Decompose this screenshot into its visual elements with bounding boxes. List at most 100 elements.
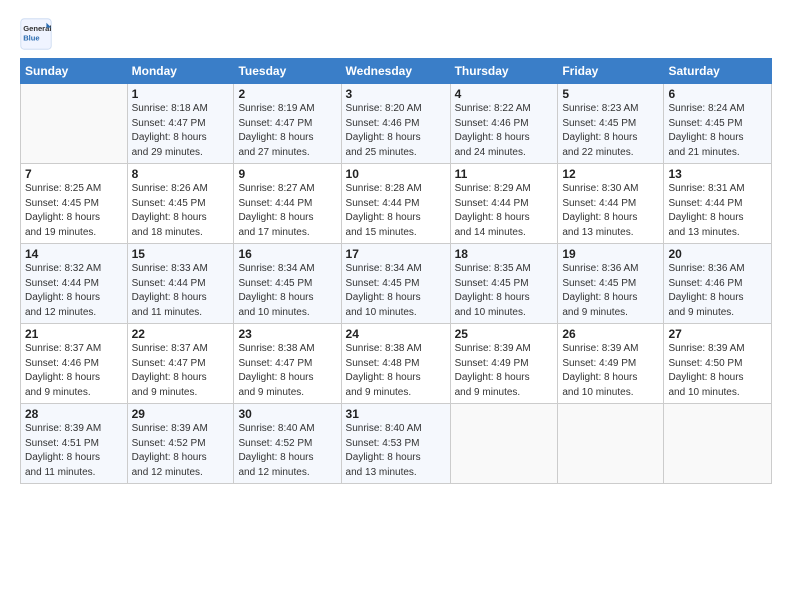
calendar-cell [558,404,664,484]
calendar-cell: 8Sunrise: 8:26 AMSunset: 4:45 PMDaylight… [127,164,234,244]
day-detail: Sunrise: 8:39 AMSunset: 4:49 PMDaylight:… [562,342,659,400]
calendar-cell: 7Sunrise: 8:25 AMSunset: 4:45 PMDaylight… [21,164,128,244]
day-header-friday: Friday [558,59,664,84]
day-number: 22 [132,327,230,341]
calendar-cell: 24Sunrise: 8:38 AMSunset: 4:48 PMDayligh… [341,324,450,404]
day-number: 18 [455,247,554,261]
calendar-cell: 5Sunrise: 8:23 AMSunset: 4:45 PMDaylight… [558,84,664,164]
day-header-monday: Monday [127,59,234,84]
week-row-1: 1Sunrise: 8:18 AMSunset: 4:47 PMDaylight… [21,84,772,164]
day-detail: Sunrise: 8:18 AMSunset: 4:47 PMDaylight:… [132,102,230,160]
day-number: 5 [562,87,659,101]
calendar-cell: 15Sunrise: 8:33 AMSunset: 4:44 PMDayligh… [127,244,234,324]
calendar-table: SundayMondayTuesdayWednesdayThursdayFrid… [20,58,772,484]
day-number: 13 [668,167,767,181]
calendar-cell: 9Sunrise: 8:27 AMSunset: 4:44 PMDaylight… [234,164,341,244]
day-number: 19 [562,247,659,261]
day-detail: Sunrise: 8:29 AMSunset: 4:44 PMDaylight:… [455,182,554,240]
day-number: 28 [25,407,123,421]
calendar-cell: 2Sunrise: 8:19 AMSunset: 4:47 PMDaylight… [234,84,341,164]
calendar-cell: 25Sunrise: 8:39 AMSunset: 4:49 PMDayligh… [450,324,558,404]
day-detail: Sunrise: 8:25 AMSunset: 4:45 PMDaylight:… [25,182,123,240]
day-number: 24 [346,327,446,341]
calendar-cell: 28Sunrise: 8:39 AMSunset: 4:51 PMDayligh… [21,404,128,484]
day-detail: Sunrise: 8:39 AMSunset: 4:52 PMDaylight:… [132,422,230,480]
calendar-cell: 1Sunrise: 8:18 AMSunset: 4:47 PMDaylight… [127,84,234,164]
calendar-cell: 29Sunrise: 8:39 AMSunset: 4:52 PMDayligh… [127,404,234,484]
day-header-thursday: Thursday [450,59,558,84]
day-number: 14 [25,247,123,261]
calendar-cell: 30Sunrise: 8:40 AMSunset: 4:52 PMDayligh… [234,404,341,484]
day-detail: Sunrise: 8:38 AMSunset: 4:47 PMDaylight:… [238,342,336,400]
calendar-cell [664,404,772,484]
day-detail: Sunrise: 8:19 AMSunset: 4:47 PMDaylight:… [238,102,336,160]
calendar-cell: 6Sunrise: 8:24 AMSunset: 4:45 PMDaylight… [664,84,772,164]
day-detail: Sunrise: 8:22 AMSunset: 4:46 PMDaylight:… [455,102,554,160]
calendar-cell: 19Sunrise: 8:36 AMSunset: 4:45 PMDayligh… [558,244,664,324]
day-header-sunday: Sunday [21,59,128,84]
day-detail: Sunrise: 8:39 AMSunset: 4:49 PMDaylight:… [455,342,554,400]
svg-text:Blue: Blue [23,33,39,42]
day-number: 11 [455,167,554,181]
day-detail: Sunrise: 8:39 AMSunset: 4:51 PMDaylight:… [25,422,123,480]
day-detail: Sunrise: 8:23 AMSunset: 4:45 PMDaylight:… [562,102,659,160]
week-row-3: 14Sunrise: 8:32 AMSunset: 4:44 PMDayligh… [21,244,772,324]
calendar-cell: 4Sunrise: 8:22 AMSunset: 4:46 PMDaylight… [450,84,558,164]
calendar-cell: 10Sunrise: 8:28 AMSunset: 4:44 PMDayligh… [341,164,450,244]
day-detail: Sunrise: 8:27 AMSunset: 4:44 PMDaylight:… [238,182,336,240]
calendar-cell: 16Sunrise: 8:34 AMSunset: 4:45 PMDayligh… [234,244,341,324]
calendar-cell [21,84,128,164]
day-number: 29 [132,407,230,421]
day-detail: Sunrise: 8:34 AMSunset: 4:45 PMDaylight:… [238,262,336,320]
day-number: 30 [238,407,336,421]
calendar-cell: 14Sunrise: 8:32 AMSunset: 4:44 PMDayligh… [21,244,128,324]
days-header-row: SundayMondayTuesdayWednesdayThursdayFrid… [21,59,772,84]
day-number: 6 [668,87,767,101]
day-detail: Sunrise: 8:39 AMSunset: 4:50 PMDaylight:… [668,342,767,400]
day-number: 8 [132,167,230,181]
week-row-2: 7Sunrise: 8:25 AMSunset: 4:45 PMDaylight… [21,164,772,244]
calendar-cell: 27Sunrise: 8:39 AMSunset: 4:50 PMDayligh… [664,324,772,404]
page-header: General Blue [20,18,772,50]
day-number: 23 [238,327,336,341]
calendar-cell [450,404,558,484]
day-number: 12 [562,167,659,181]
calendar-cell: 12Sunrise: 8:30 AMSunset: 4:44 PMDayligh… [558,164,664,244]
day-detail: Sunrise: 8:40 AMSunset: 4:52 PMDaylight:… [238,422,336,480]
calendar-cell: 31Sunrise: 8:40 AMSunset: 4:53 PMDayligh… [341,404,450,484]
calendar-cell: 11Sunrise: 8:29 AMSunset: 4:44 PMDayligh… [450,164,558,244]
day-detail: Sunrise: 8:34 AMSunset: 4:45 PMDaylight:… [346,262,446,320]
calendar-cell: 26Sunrise: 8:39 AMSunset: 4:49 PMDayligh… [558,324,664,404]
day-header-tuesday: Tuesday [234,59,341,84]
day-detail: Sunrise: 8:30 AMSunset: 4:44 PMDaylight:… [562,182,659,240]
day-number: 31 [346,407,446,421]
day-number: 21 [25,327,123,341]
logo: General Blue [20,18,52,50]
day-detail: Sunrise: 8:32 AMSunset: 4:44 PMDaylight:… [25,262,123,320]
day-number: 10 [346,167,446,181]
day-number: 25 [455,327,554,341]
day-number: 4 [455,87,554,101]
day-detail: Sunrise: 8:28 AMSunset: 4:44 PMDaylight:… [346,182,446,240]
day-number: 20 [668,247,767,261]
calendar-cell: 3Sunrise: 8:20 AMSunset: 4:46 PMDaylight… [341,84,450,164]
day-detail: Sunrise: 8:31 AMSunset: 4:44 PMDaylight:… [668,182,767,240]
day-detail: Sunrise: 8:36 AMSunset: 4:46 PMDaylight:… [668,262,767,320]
day-detail: Sunrise: 8:37 AMSunset: 4:47 PMDaylight:… [132,342,230,400]
day-detail: Sunrise: 8:24 AMSunset: 4:45 PMDaylight:… [668,102,767,160]
day-number: 15 [132,247,230,261]
day-number: 27 [668,327,767,341]
calendar-cell: 21Sunrise: 8:37 AMSunset: 4:46 PMDayligh… [21,324,128,404]
day-header-saturday: Saturday [664,59,772,84]
logo-svg: General Blue [20,18,52,50]
calendar-cell: 23Sunrise: 8:38 AMSunset: 4:47 PMDayligh… [234,324,341,404]
day-number: 3 [346,87,446,101]
day-header-wednesday: Wednesday [341,59,450,84]
day-number: 1 [132,87,230,101]
day-number: 16 [238,247,336,261]
calendar-cell: 13Sunrise: 8:31 AMSunset: 4:44 PMDayligh… [664,164,772,244]
day-detail: Sunrise: 8:26 AMSunset: 4:45 PMDaylight:… [132,182,230,240]
day-detail: Sunrise: 8:40 AMSunset: 4:53 PMDaylight:… [346,422,446,480]
day-detail: Sunrise: 8:37 AMSunset: 4:46 PMDaylight:… [25,342,123,400]
day-detail: Sunrise: 8:33 AMSunset: 4:44 PMDaylight:… [132,262,230,320]
